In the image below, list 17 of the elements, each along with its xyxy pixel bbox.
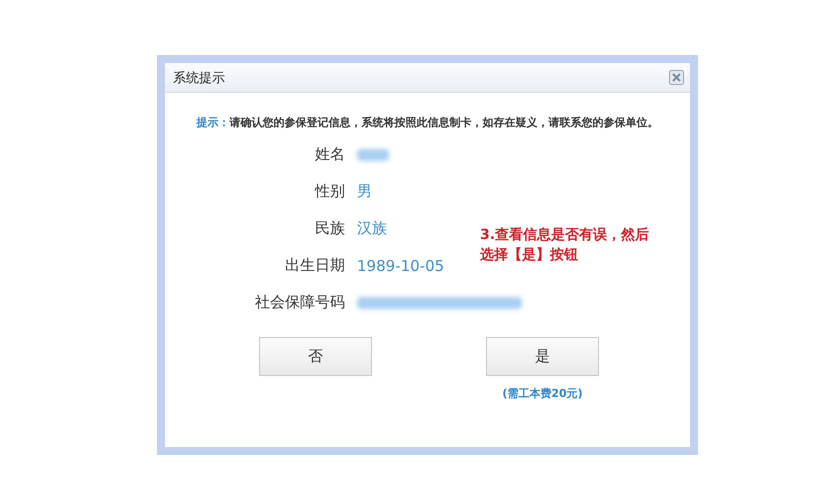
- dialog-button[interactable]: 是: [486, 337, 599, 376]
- field-label: 姓名: [315, 145, 345, 164]
- hint-text: 请确认您的参保登记信息，系统将按照此信息制卡，如存在疑义，请联系您的参保单位。: [230, 116, 658, 129]
- blurred-value: [357, 148, 389, 160]
- hint-label: 提示：: [196, 116, 230, 129]
- field-value: 男: [357, 182, 373, 201]
- dialog-title: 系统提示: [173, 70, 225, 86]
- field-value: 1989-10-05: [357, 256, 446, 274]
- close-icon[interactable]: [669, 70, 684, 85]
- field-label: 性别: [315, 182, 345, 201]
- field-label: 民族: [315, 219, 345, 238]
- field-label: 社会保障号码: [255, 293, 345, 312]
- dialog-button[interactable]: 否: [259, 337, 372, 376]
- field-value: 汉族: [357, 219, 388, 238]
- fee-note: (需工本费20元): [502, 386, 583, 401]
- annotation-text: 3.查看信息是否有误，然后选择【是】按钮: [480, 226, 650, 265]
- field-label: 出生日期: [285, 256, 345, 275]
